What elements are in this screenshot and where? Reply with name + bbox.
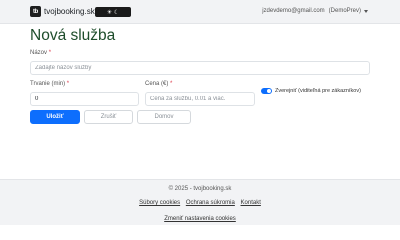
- publish-toggle[interactable]: Zverejniť (viditeľná pre zákazníkov): [261, 88, 361, 94]
- copyright-text: © 2025 - tvojbooking.sk: [168, 186, 232, 192]
- brand-logo: tb: [30, 6, 41, 17]
- price-label: Cena (€) *: [145, 81, 172, 87]
- name-label-text: Názov: [30, 50, 48, 56]
- user-menu[interactable]: jzdevdemo@gmail.com (DemoPrev): [262, 8, 368, 14]
- brand-link[interactable]: tb tvojbooking.sk: [30, 6, 95, 17]
- footer-links: Súbory cookies Ochrana súkromia Kontakt: [0, 200, 400, 206]
- required-mark: *: [170, 81, 173, 87]
- contact-link[interactable]: Kontakt: [241, 200, 261, 206]
- chevron-down-icon: [364, 9, 368, 13]
- cancel-button[interactable]: Zrušiť: [84, 110, 133, 124]
- home-button[interactable]: Domov: [137, 110, 191, 124]
- duration-label-text: Trvanie (min): [30, 81, 66, 87]
- price-input[interactable]: [145, 92, 255, 106]
- publish-switch[interactable]: [261, 88, 272, 94]
- save-button[interactable]: Uložiť: [30, 110, 80, 124]
- theme-toggle-button[interactable]: ☀ ☾: [95, 7, 131, 17]
- cookie-settings-link[interactable]: Zmeniť nastavenia cookies: [0, 216, 400, 222]
- page-title: Nová služba: [30, 27, 116, 44]
- price-label-text: Cena (€): [145, 81, 169, 87]
- page-footer: © 2025 - tvojbooking.sk Súbory cookies O…: [0, 179, 400, 225]
- privacy-link[interactable]: Ochrana súkromia: [186, 200, 235, 206]
- required-mark: *: [48, 50, 52, 56]
- name-label: Názov *: [30, 50, 51, 56]
- publish-label: Zverejniť (viditeľná pre zákazníkov): [275, 88, 361, 94]
- top-navbar: tb tvojbooking.sk ☀ ☾ jzdevdemo@gmail.co…: [0, 0, 400, 24]
- cookies-link[interactable]: Súbory cookies: [139, 200, 180, 206]
- duration-input[interactable]: [30, 92, 139, 106]
- brand-name: tvojbooking.sk: [44, 7, 95, 16]
- sun-moon-icon: ☀ ☾: [106, 9, 120, 16]
- service-name-input[interactable]: [30, 61, 370, 75]
- user-role: (DemoPrev): [328, 8, 361, 14]
- required-mark: *: [66, 81, 70, 87]
- user-email: jzdevdemo@gmail.com: [262, 8, 325, 14]
- duration-label: Trvanie (min) *: [30, 81, 69, 87]
